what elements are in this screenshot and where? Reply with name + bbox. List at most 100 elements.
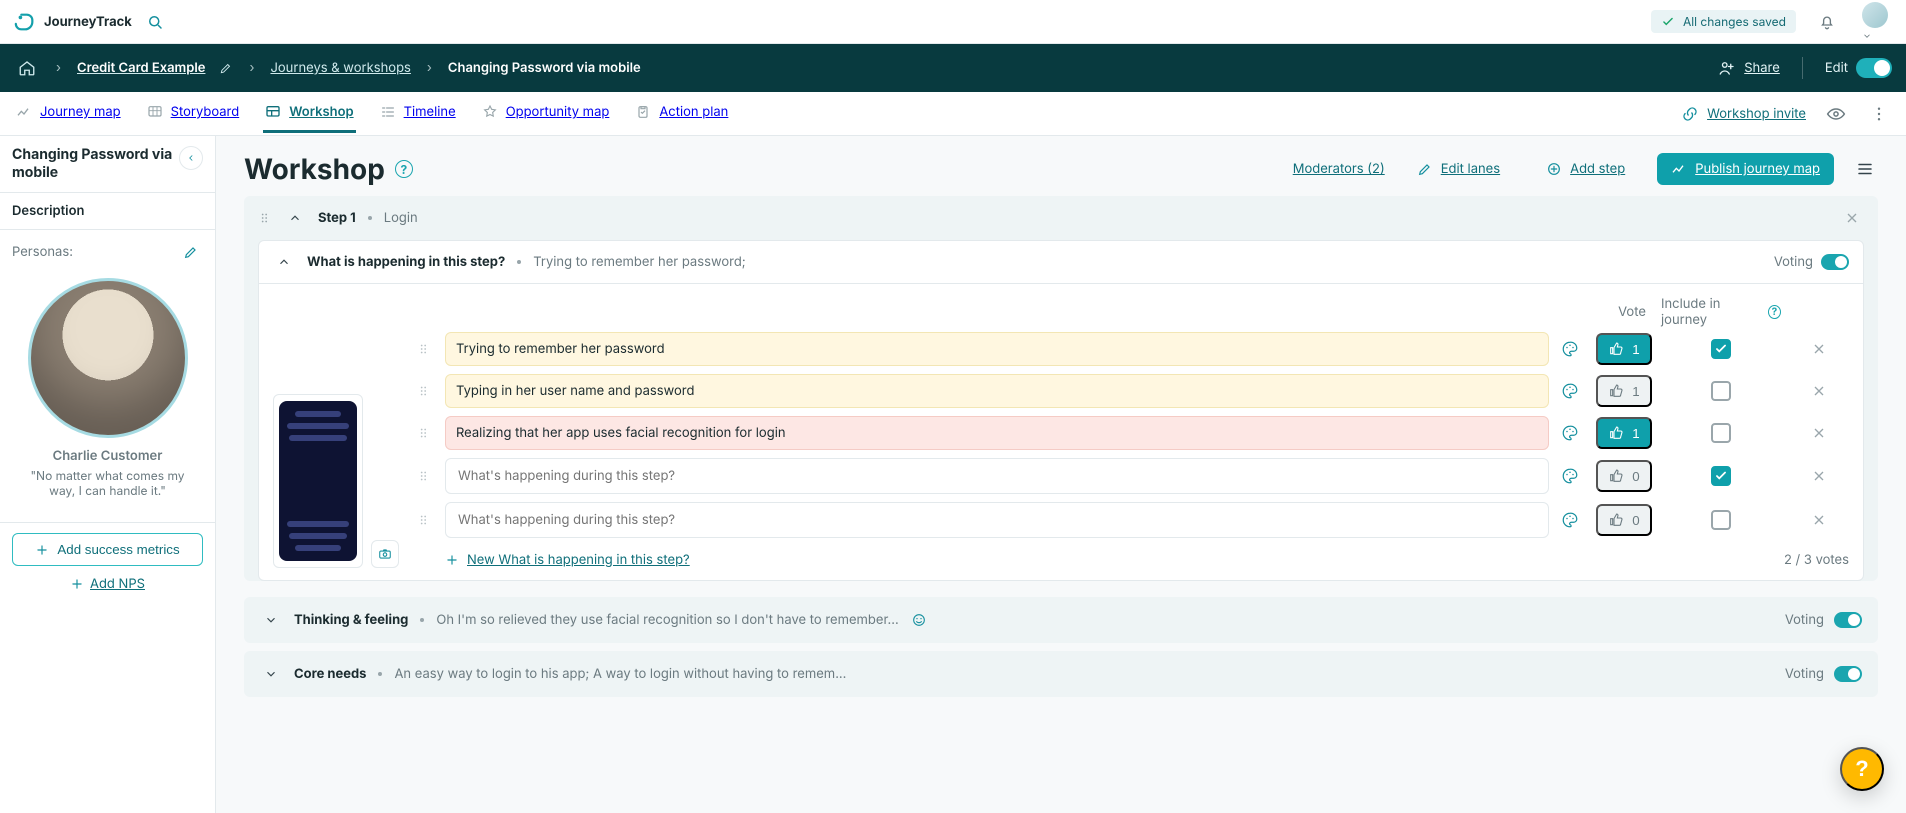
tab-timeline[interactable]: Timeline [378,94,458,133]
vote-cell: 1 [1595,333,1653,365]
color-picker-button[interactable] [1557,507,1587,533]
vote-button[interactable]: 0 [1596,504,1651,536]
tab-journey-map[interactable]: Journey map [14,94,123,133]
help-fab[interactable]: ? [1840,747,1884,791]
include-checkbox[interactable] [1711,466,1731,486]
workshop-invite-link[interactable]: Workshop invite [1681,105,1806,123]
content-actions: Moderators (2) Edit lanes Add step Publi… [1293,153,1878,185]
include-checkbox[interactable] [1711,381,1731,401]
add-nps-link[interactable]: Add NPS [12,576,203,592]
collapse-step-button[interactable] [284,207,306,229]
global-search-button[interactable] [142,9,168,35]
moderators-link[interactable]: Moderators (2) [1293,161,1385,177]
include-checkbox[interactable] [1711,339,1731,359]
lane-voting[interactable]: Voting [1785,666,1862,682]
remove-row-button[interactable] [1789,379,1849,403]
drag-handle-icon[interactable] [417,469,437,483]
home-button[interactable] [14,55,40,81]
crumb-project[interactable]: Credit Card Example [77,60,233,76]
expand-lane-button[interactable] [260,663,282,685]
vote-count: 1 [1632,342,1639,357]
sidebar-collapse-button[interactable] [179,146,203,170]
preview-button[interactable] [1822,100,1850,128]
drag-handle-icon[interactable] [417,384,437,398]
kebab-icon [1870,105,1888,123]
persona-quote: "No matter what comes my way, I can hand… [20,468,195,498]
collapse-lane-button[interactable] [273,251,295,273]
item-chip[interactable]: Realizing that her app uses facial recog… [445,416,1549,450]
screenshot-thumbnail[interactable] [273,394,363,568]
color-picker-button[interactable] [1557,336,1587,362]
toggle-switch[interactable] [1856,58,1892,78]
add-row-link[interactable]: New What is happening in this step? [445,552,690,568]
item-chip[interactable]: Trying to remember her password [445,332,1549,366]
vote-button[interactable]: 1 [1596,333,1651,365]
lane-voting[interactable]: Voting [1785,612,1862,628]
persona-card[interactable]: Charlie Customer "No matter what comes m… [12,264,203,512]
drag-handle-icon[interactable] [258,211,272,225]
tab-workshop[interactable]: Workshop [263,94,355,133]
user-menu-button[interactable] [1858,0,1892,45]
share-button[interactable]: Share [1718,59,1780,77]
tab-right-tools: Workshop invite [1681,100,1892,128]
color-picker-button[interactable] [1557,378,1587,404]
voting-label: Voting [1785,666,1824,682]
brand-logo[interactable]: JourneyTrack [14,11,132,33]
edit-personas-button[interactable] [179,240,203,264]
voting-toggle[interactable]: Voting [1774,254,1849,270]
overflow-button[interactable] [1866,101,1892,127]
content: Workshop ? Moderators (2) Edit lanes Add… [216,136,1906,813]
notifications-button[interactable] [1814,9,1840,35]
vote-count: 1 [1632,426,1639,441]
sidebar-description[interactable]: Description [0,193,215,230]
palette-icon [1561,467,1579,485]
item-input[interactable] [456,467,1538,485]
add-step-button[interactable]: Add step [1532,153,1639,185]
remove-row-button[interactable] [1789,421,1849,445]
color-picker-button[interactable] [1557,463,1587,489]
add-success-metrics-button[interactable]: Add success metrics [12,533,203,566]
save-status-text: All changes saved [1683,14,1786,29]
help-icon[interactable]: ? [395,160,413,178]
plus-icon [35,543,49,557]
edit-lanes-button[interactable]: Edit lanes [1403,153,1514,185]
drag-handle-icon[interactable] [417,513,437,527]
include-checkbox[interactable] [1711,510,1731,530]
tabs: Journey map Storyboard Workshop Timeline… [14,94,730,133]
color-picker-button[interactable] [1557,420,1587,446]
table-row: Realizing that her app uses facial recog… [417,416,1849,450]
vote-count: 0 [1632,513,1639,528]
breadcrumbs: › Credit Card Example › Journeys & works… [14,55,641,81]
dot-separator [378,672,382,676]
layout-button[interactable] [1852,156,1878,182]
remove-row-button[interactable] [1789,337,1849,361]
item-chip[interactable] [445,458,1549,494]
vote-button[interactable]: 1 [1596,375,1651,407]
lane-preview: An easy way to login to his app; A way t… [394,666,846,682]
item-chip[interactable] [445,502,1549,538]
drag-handle-icon[interactable] [417,342,437,356]
graph-icon [16,104,32,120]
vote-button[interactable]: 0 [1596,460,1651,492]
page-title: Workshop ? [244,152,413,186]
tab-storyboard[interactable]: Storyboard [145,94,242,133]
drag-handle-icon[interactable] [417,426,437,440]
smiley-icon [911,612,927,628]
tab-action-plan[interactable]: Action plan [633,94,730,133]
edit-toggle[interactable]: Edit [1825,58,1892,78]
col-include-label: Include in journey ? [1661,296,1781,328]
remove-row-button[interactable] [1789,464,1849,488]
capture-button[interactable] [371,540,399,568]
crumb-section[interactable]: Journeys & workshops [270,60,410,76]
sidebar-title: Changing Password via mobile [12,146,179,182]
include-checkbox[interactable] [1711,423,1731,443]
close-step-button[interactable] [1840,206,1864,230]
tab-opportunity-map[interactable]: Opportunity map [480,94,612,133]
item-input[interactable] [456,511,1538,529]
expand-lane-button[interactable] [260,609,282,631]
remove-row-button[interactable] [1789,508,1849,532]
help-icon[interactable]: ? [1768,305,1781,319]
publish-button[interactable]: Publish journey map [1657,153,1834,185]
item-chip[interactable]: Typing in her user name and password [445,374,1549,408]
vote-button[interactable]: 1 [1596,417,1651,449]
